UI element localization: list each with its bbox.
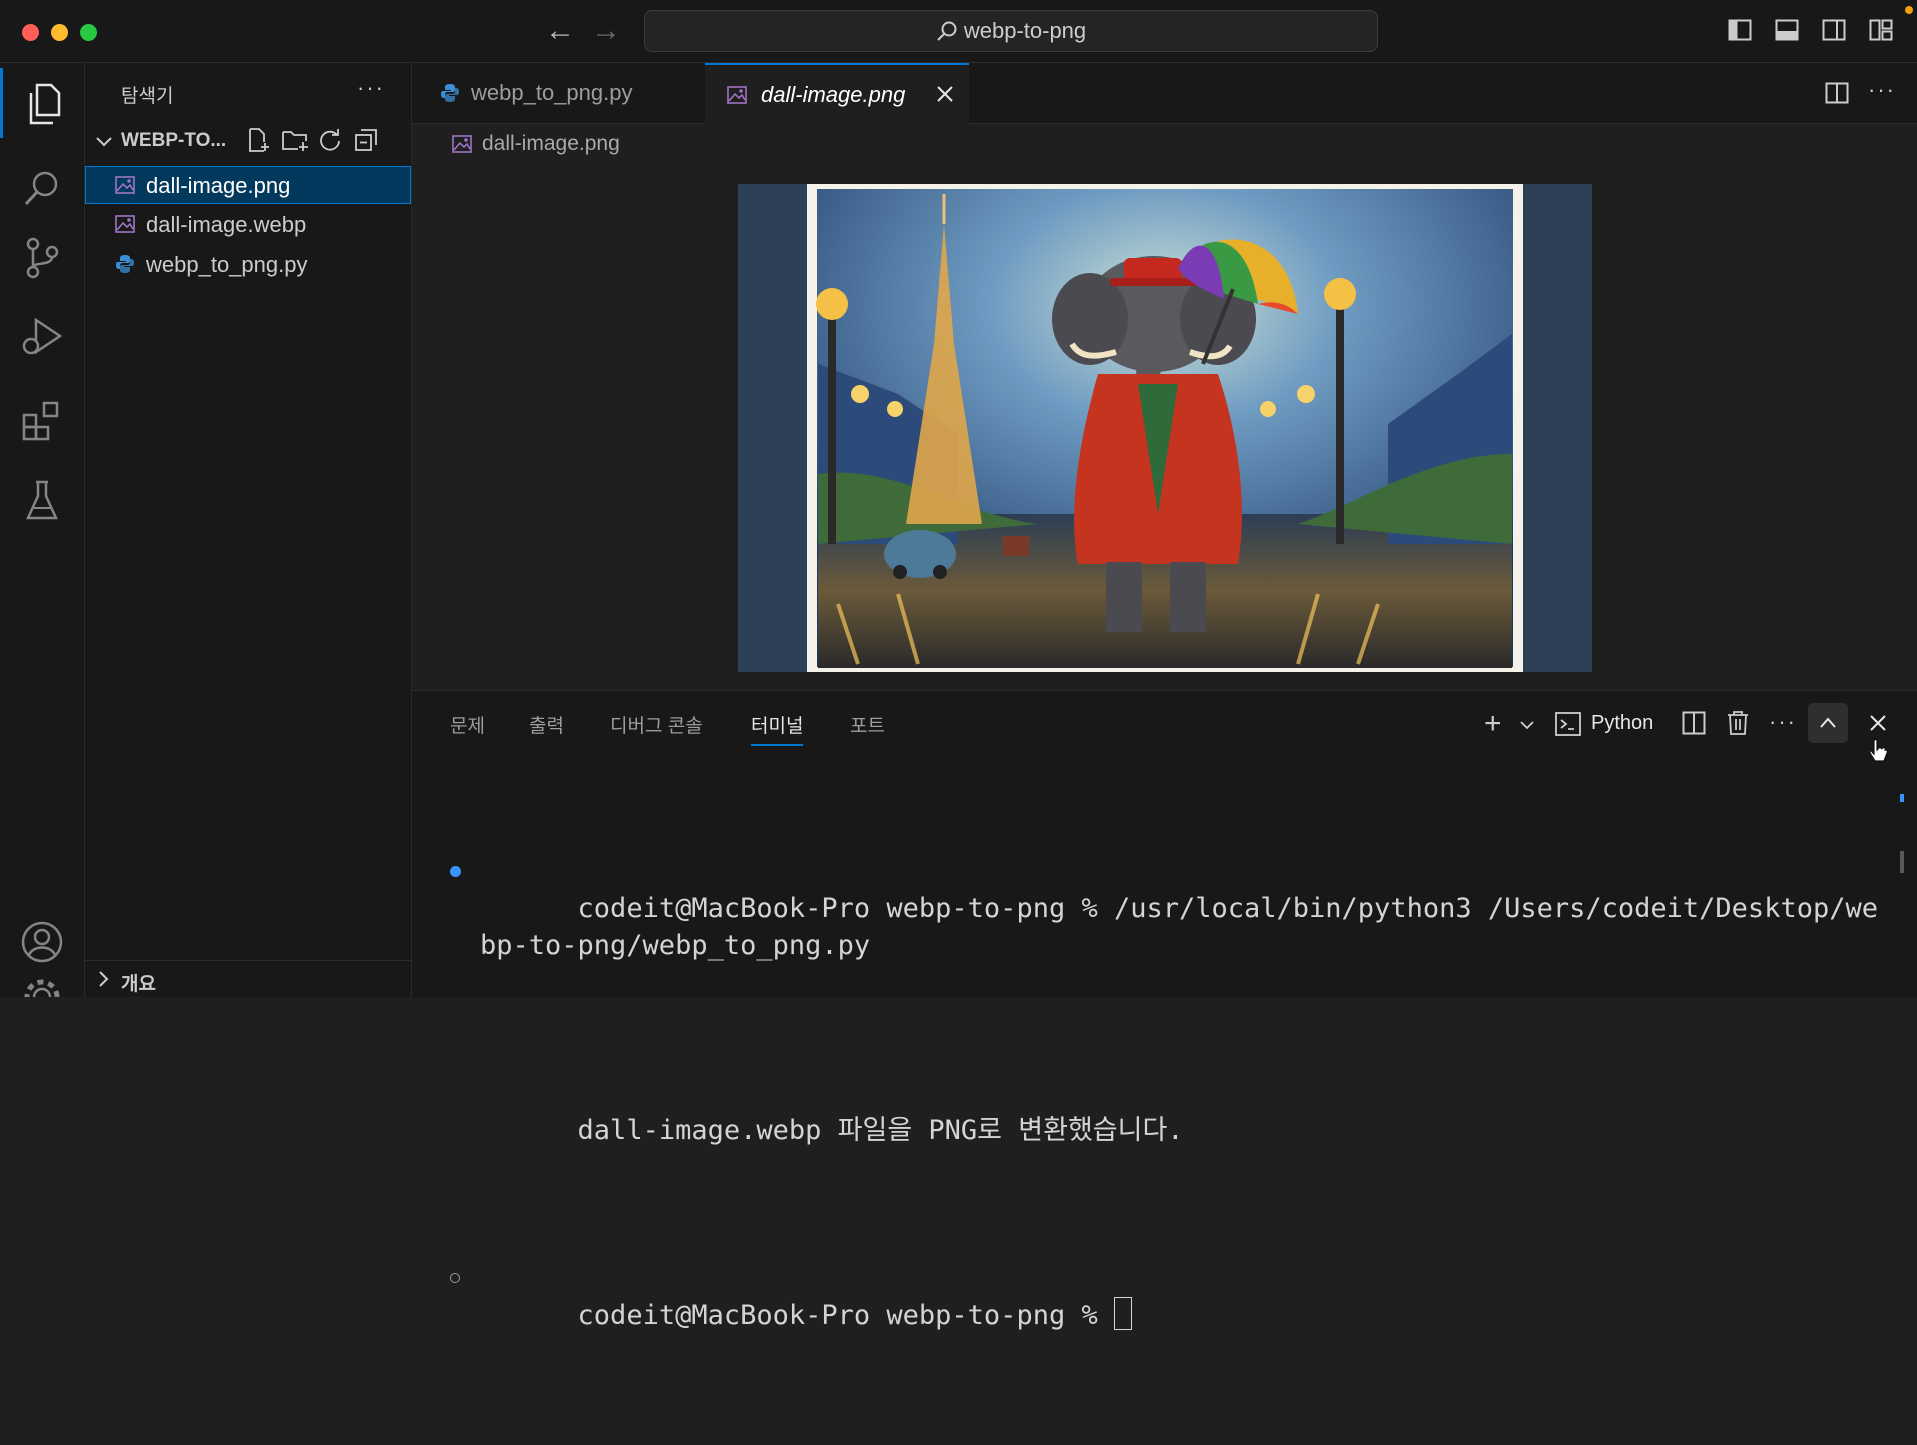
explorer-more-actions[interactable]: ··· bbox=[357, 75, 385, 101]
toggle-primary-sidebar-icon[interactable] bbox=[1728, 18, 1752, 42]
terminal-line: codeit@MacBook-Pro webp-to-png % /usr/lo… bbox=[450, 853, 1890, 1001]
close-tab-icon[interactable] bbox=[936, 85, 954, 103]
window-title: webp-to-png bbox=[963, 18, 1087, 43]
file-name: dall-image.webp bbox=[146, 212, 307, 237]
breadcrumb-file: dall-image.png bbox=[482, 132, 620, 155]
file-item-dall-image-png[interactable]: dall-image.png bbox=[85, 166, 411, 204]
run-debug-icon bbox=[22, 317, 63, 355]
flask-icon bbox=[26, 480, 58, 520]
image-icon bbox=[115, 215, 135, 233]
mouse-pointer-icon bbox=[1869, 738, 1889, 762]
file-item-webp-to-png-py[interactable]: webp_to_png.py bbox=[85, 245, 411, 283]
search-icon bbox=[24, 171, 58, 206]
terminal-prompt: codeit@MacBook-Pro webp-to-png % bbox=[577, 1300, 1114, 1331]
tab-webp-to-png-py[interactable]: webp_to_png.py bbox=[412, 63, 698, 123]
activity-bar bbox=[0, 63, 85, 997]
tab-ports[interactable]: 포트 bbox=[850, 711, 885, 738]
terminal-profile-label: Python bbox=[1591, 712, 1654, 734]
explorer-activity[interactable] bbox=[0, 68, 87, 138]
python-icon bbox=[441, 84, 459, 102]
tab-label: dall-image.png bbox=[761, 82, 906, 107]
update-badge bbox=[1905, 6, 1913, 14]
search-activity[interactable] bbox=[0, 153, 84, 223]
source-control-activity[interactable] bbox=[0, 223, 84, 293]
customize-layout-icon[interactable] bbox=[1869, 18, 1893, 42]
refresh-icon[interactable] bbox=[317, 127, 343, 153]
testing-activity[interactable] bbox=[0, 465, 84, 535]
terminal-command: codeit@MacBook-Pro webp-to-png % /usr/lo… bbox=[480, 893, 1878, 961]
command-pending-dot bbox=[450, 1273, 460, 1283]
close-window-button[interactable] bbox=[22, 24, 39, 41]
maximize-window-button[interactable] bbox=[80, 24, 97, 41]
terminal-message: dall-image.webp 파일을 PNG로 변환했습니다. bbox=[577, 1115, 1184, 1146]
elephant-painting-image bbox=[807, 184, 1523, 672]
bottom-panel: 문제 출력 디버그 콘솔 터미널 포트 + Python ··· codeit@… bbox=[412, 690, 1917, 1331]
breadcrumb[interactable]: dall-image.png bbox=[452, 132, 620, 156]
tab-problems[interactable]: 문제 bbox=[450, 711, 485, 738]
trash-icon[interactable] bbox=[1726, 710, 1750, 736]
editor-more-actions-icon[interactable]: ··· bbox=[1868, 77, 1896, 103]
python-icon bbox=[116, 255, 134, 273]
chevron-down-icon[interactable] bbox=[1519, 717, 1535, 733]
extensions-icon bbox=[22, 401, 59, 441]
terminal-scrollbar[interactable] bbox=[1900, 851, 1904, 873]
terminal-line: codeit@MacBook-Pro webp-to-png % bbox=[450, 1260, 1890, 1371]
toggle-panel-icon[interactable] bbox=[1775, 18, 1799, 42]
image-icon bbox=[115, 176, 135, 194]
panel-more-actions-icon[interactable]: ··· bbox=[1769, 709, 1797, 735]
command-success-dot bbox=[450, 866, 461, 877]
close-panel-icon[interactable] bbox=[1869, 714, 1887, 732]
tab-dall-image-png[interactable]: dall-image.png bbox=[705, 63, 969, 125]
search-icon bbox=[937, 21, 957, 41]
folder-name: WEBP-TO... bbox=[121, 130, 227, 151]
tab-terminal[interactable]: 터미널 bbox=[751, 711, 804, 746]
scroll-marker bbox=[1900, 794, 1904, 802]
gear-icon bbox=[24, 979, 60, 997]
extensions-activity[interactable] bbox=[0, 386, 84, 456]
new-terminal-icon[interactable]: + bbox=[1484, 707, 1502, 741]
preview-image[interactable] bbox=[738, 184, 1592, 672]
toggle-secondary-sidebar-icon[interactable] bbox=[1822, 18, 1846, 42]
terminal-cursor bbox=[1113, 1297, 1132, 1330]
file-name: dall-image.png bbox=[146, 173, 291, 198]
tab-debug-console[interactable]: 디버그 콘솔 bbox=[610, 711, 703, 738]
chevron-right-icon bbox=[99, 971, 109, 987]
new-file-icon[interactable] bbox=[245, 127, 271, 153]
explorer-title: 탐색기 bbox=[121, 86, 174, 107]
terminal-output[interactable]: codeit@MacBook-Pro webp-to-png % /usr/lo… bbox=[450, 779, 1890, 1445]
tab-output[interactable]: 출력 bbox=[529, 711, 564, 738]
collapse-all-icon[interactable] bbox=[353, 127, 379, 153]
outline-section[interactable]: 개요 bbox=[85, 960, 411, 997]
outline-label: 개요 bbox=[121, 974, 156, 995]
folder-header[interactable]: WEBP-TO... bbox=[85, 125, 411, 155]
file-item-dall-image-webp[interactable]: dall-image.webp bbox=[85, 205, 411, 243]
minimize-window-button[interactable] bbox=[51, 24, 68, 41]
image-preview-editor: dall-image.png bbox=[412, 124, 1917, 690]
terminal-icon bbox=[1555, 712, 1581, 736]
image-icon bbox=[727, 86, 747, 104]
image-icon bbox=[452, 135, 472, 153]
maximize-panel-button[interactable] bbox=[1808, 703, 1848, 743]
terminal-line: dall-image.webp 파일을 PNG로 변환했습니다. bbox=[450, 1075, 1890, 1186]
file-name: webp_to_png.py bbox=[146, 252, 308, 277]
forward-arrow-icon[interactable]: → bbox=[591, 14, 621, 48]
run-debug-activity[interactable] bbox=[0, 301, 84, 371]
chevron-up-icon bbox=[1820, 717, 1836, 728]
new-folder-icon[interactable] bbox=[281, 127, 309, 153]
source-control-icon bbox=[26, 237, 59, 279]
manage-activity[interactable] bbox=[0, 967, 84, 997]
split-editor-icon[interactable] bbox=[1825, 81, 1849, 105]
explorer-sidebar: 탐색기 ··· WEBP-TO... dall-image.png dall-i… bbox=[85, 63, 412, 997]
editor-tab-bar: webp_to_png.py dall-image.png ··· bbox=[412, 63, 1917, 125]
tab-label: webp_to_png.py bbox=[471, 80, 633, 105]
split-terminal-icon[interactable] bbox=[1682, 711, 1706, 735]
title-bar: ← → webp-to-png bbox=[0, 0, 1917, 63]
files-icon bbox=[29, 83, 61, 125]
account-icon bbox=[21, 921, 63, 963]
back-arrow-icon[interactable]: ← bbox=[545, 14, 575, 48]
command-center-search[interactable]: webp-to-png bbox=[644, 10, 1378, 52]
chevron-down-icon bbox=[96, 137, 112, 147]
